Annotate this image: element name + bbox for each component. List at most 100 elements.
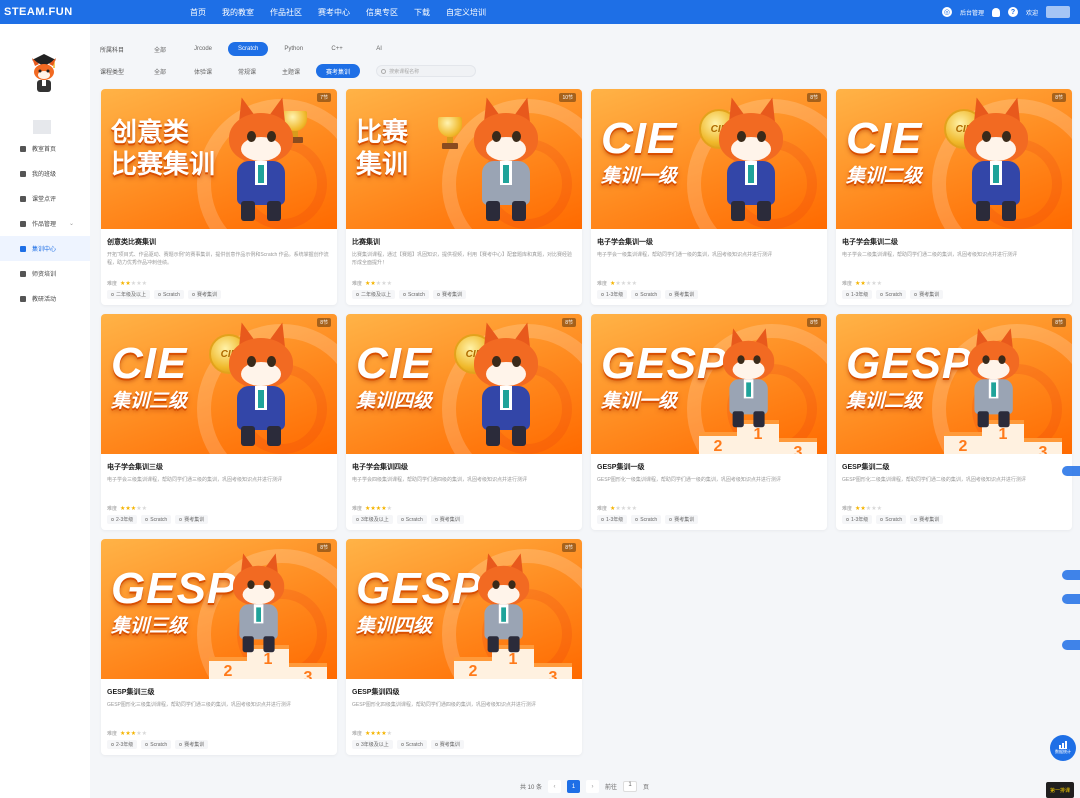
help-icon[interactable]: ?: [1007, 7, 1018, 17]
course-title[interactable]: 比赛集训: [352, 237, 576, 249]
course-title[interactable]: GESP集训一级: [597, 462, 821, 474]
course-card[interactable]: GESP 集训二级 2 1 3 8节 GESP集训二级 GESP图形化二级集训课…: [836, 314, 1072, 530]
sidebar-item-classroom-home[interactable]: 教室首页: [0, 136, 90, 161]
sidebar: 教室首页 我的班级 课堂点评 作品管理 ⌄ 集训中心 师资培训 教研活动: [0, 24, 90, 798]
course-banner[interactable]: GESP 集训二级 2 1 3 8节: [836, 314, 1072, 454]
nav-community[interactable]: 作品社区: [262, 7, 310, 18]
course-banner[interactable]: CIE 集训二级 CIE 8节: [836, 89, 1072, 229]
type-tag: 赛考集训: [910, 290, 944, 299]
type-chip-trial[interactable]: 体验课: [184, 64, 222, 78]
search-icon: [381, 69, 387, 74]
code-icon: [145, 518, 149, 521]
difficulty-stars: ★★★★★: [610, 505, 637, 512]
banner-subtitle: 集训二级: [846, 391, 923, 412]
course-card[interactable]: GESP 集训三级 2 1 3 8节 GESP集训三级 GESP图形化三级集训课…: [101, 539, 337, 755]
globe-icon[interactable]: ◎: [941, 7, 952, 17]
subject-chip-cpp[interactable]: C++: [319, 42, 355, 56]
prev-page-button[interactable]: ‹: [548, 780, 562, 793]
corner-promo-badge[interactable]: 第一排课: [1046, 782, 1074, 798]
sidebar-item-works[interactable]: 作品管理 ⌄: [0, 211, 90, 236]
course-title[interactable]: 电子学会集训一级: [597, 237, 821, 249]
float-tab-3[interactable]: [1062, 594, 1080, 604]
language-text: Scratch: [405, 516, 423, 523]
course-card[interactable]: CIE 集训三级 CIE 8节 电子学会集训三级 电子学会三级集训课程，帮助同学…: [101, 314, 337, 530]
course-info: 创意类比赛集训 开拓“项目式、作品驱动、赛题示例”的赛事集训，提供创意作品示例和…: [101, 229, 337, 299]
course-tags: 3年级及以上 Scratch 赛考集训: [352, 740, 576, 749]
course-title[interactable]: GESP集训二级: [842, 462, 1066, 474]
course-card[interactable]: 创意类 比赛集训 7节 创意类比赛集训 开拓“项目式、作品驱动、赛题示例”的赛事…: [101, 89, 337, 305]
site-logo[interactable]: STEAM.FUN: [4, 6, 154, 18]
course-card[interactable]: CIE 集训二级 CIE 8节 电子学会集训二级 电子学会二级集训课程，帮助同学…: [836, 89, 1072, 305]
subject-chip-python[interactable]: Python: [274, 42, 313, 56]
subject-chip-all[interactable]: 全部: [142, 42, 178, 56]
course-title[interactable]: 电子学会集训三级: [107, 462, 331, 474]
nav-home[interactable]: 首页: [182, 7, 214, 18]
sidebar-item-my-class[interactable]: 我的班级: [0, 161, 90, 186]
course-banner[interactable]: CIE 集训四级 CIE 8节: [346, 314, 582, 454]
float-tab-1[interactable]: [1062, 466, 1080, 476]
chevron-down-icon: ⌄: [68, 221, 74, 227]
course-title[interactable]: 创意类比赛集训: [107, 237, 331, 249]
page-button-1[interactable]: 1: [567, 780, 581, 793]
type-tag: 赛考集训: [665, 515, 699, 524]
course-card[interactable]: GESP 集训四级 2 1 3 8节 GESP集训四级 GESP图形化四级集训课…: [346, 539, 582, 755]
difficulty-label: 难度: [352, 730, 363, 737]
course-tags: 二年级及以上 Scratch 赛考集训: [352, 290, 576, 299]
course-title[interactable]: GESP集训四级: [352, 687, 576, 699]
next-page-button[interactable]: ›: [586, 780, 600, 793]
course-banner[interactable]: GESP 集训三级 2 1 3 8节: [101, 539, 337, 679]
course-card[interactable]: 比赛 集训 10节 比赛集训 比赛集训课程，通过【赛题】巩固知识，提供视频，利用…: [346, 89, 582, 305]
nav-olympiad[interactable]: 信奥专区: [358, 7, 406, 18]
banner-title: CIE: [601, 114, 678, 163]
sidebar-item-research[interactable]: 教研活动: [0, 286, 90, 311]
course-title[interactable]: GESP集训三级: [107, 687, 331, 699]
float-tab-4[interactable]: [1062, 640, 1080, 650]
course-banner[interactable]: CIE 集训三级 CIE 8节: [101, 314, 337, 454]
difficulty-stars: ★★★★★: [365, 280, 392, 287]
course-card[interactable]: CIE 集训四级 CIE 8节 电子学会集训四级 电子学会四级集训课程，帮助同学…: [346, 314, 582, 530]
sidebar-item-training-center[interactable]: 集训中心: [0, 236, 90, 261]
course-card[interactable]: CIE 集训一级 CIE 8节 电子学会集训一级 电子学会一级集训课程，帮助同学…: [591, 89, 827, 305]
type-chip-theme[interactable]: 主题课: [272, 64, 310, 78]
nav-custom-training[interactable]: 自定义培训: [438, 7, 494, 18]
type-chip-all[interactable]: 全部: [142, 64, 178, 78]
course-tags: 2-3年级 Scratch 赛考集训: [107, 740, 331, 749]
sidebar-item-teacher-training[interactable]: 师资培训: [0, 261, 90, 286]
nav-download[interactable]: 下载: [406, 7, 438, 18]
course-banner[interactable]: GESP 集训一级 2 1 3 8节: [591, 314, 827, 454]
difficulty-row: 难度 ★★★★★: [597, 279, 821, 287]
book-icon: [179, 518, 183, 521]
banner-subtitle: 集训: [356, 149, 409, 179]
course-description: GESP图形化二级集训课程，帮助同学们通二级的集训，巩固考级知识点并进行测评: [842, 477, 1026, 483]
goto-page-input[interactable]: 1: [623, 781, 638, 792]
sidebar-item-class-review[interactable]: 课堂点评: [0, 186, 90, 211]
video-icon: [20, 270, 26, 277]
podium-step-3: 3: [289, 663, 327, 679]
subject-chip-jrcode[interactable]: Jrcode: [184, 42, 222, 56]
grade-text: 二年级及以上: [116, 292, 147, 298]
subject-chip-scratch[interactable]: Scratch: [228, 42, 269, 56]
fox-mascot-icon: [458, 94, 554, 225]
bell-icon[interactable]: [991, 7, 1000, 17]
course-title[interactable]: 电子学会集训四级: [352, 462, 576, 474]
course-banner[interactable]: CIE 集训一级 CIE 8节: [591, 89, 827, 229]
float-tab-2[interactable]: [1062, 570, 1080, 580]
course-banner[interactable]: 比赛 集训 10节: [346, 89, 582, 229]
type-chip-regular[interactable]: 常规课: [228, 64, 266, 78]
admin-link[interactable]: 后台管理: [960, 8, 984, 17]
user-avatar[interactable]: [1046, 6, 1070, 18]
course-banner[interactable]: GESP 集训四级 2 1 3 8节: [346, 539, 582, 679]
stats-float-button[interactable]: 数据统计: [1050, 735, 1076, 761]
code-icon: [158, 293, 162, 296]
nav-exam-center[interactable]: 赛考中心: [310, 7, 358, 18]
grade-tag: 1-3年级: [597, 290, 628, 299]
course-card[interactable]: GESP 集训一级 2 1 3 8节 GESP集训一级 GESP图形化一级集训课…: [591, 314, 827, 530]
search-input[interactable]: 搜索课程名称: [376, 65, 477, 77]
type-tag: 赛考集训: [910, 515, 944, 524]
course-banner[interactable]: 创意类 比赛集训 7节: [101, 89, 337, 229]
banner-title: CIE: [846, 114, 923, 163]
type-chip-exam-training[interactable]: 赛考集训: [316, 64, 361, 78]
subject-chip-ai[interactable]: AI: [361, 42, 397, 56]
nav-my-classroom[interactable]: 我的教室: [214, 7, 262, 18]
course-title[interactable]: 电子学会集训二级: [842, 237, 1066, 249]
